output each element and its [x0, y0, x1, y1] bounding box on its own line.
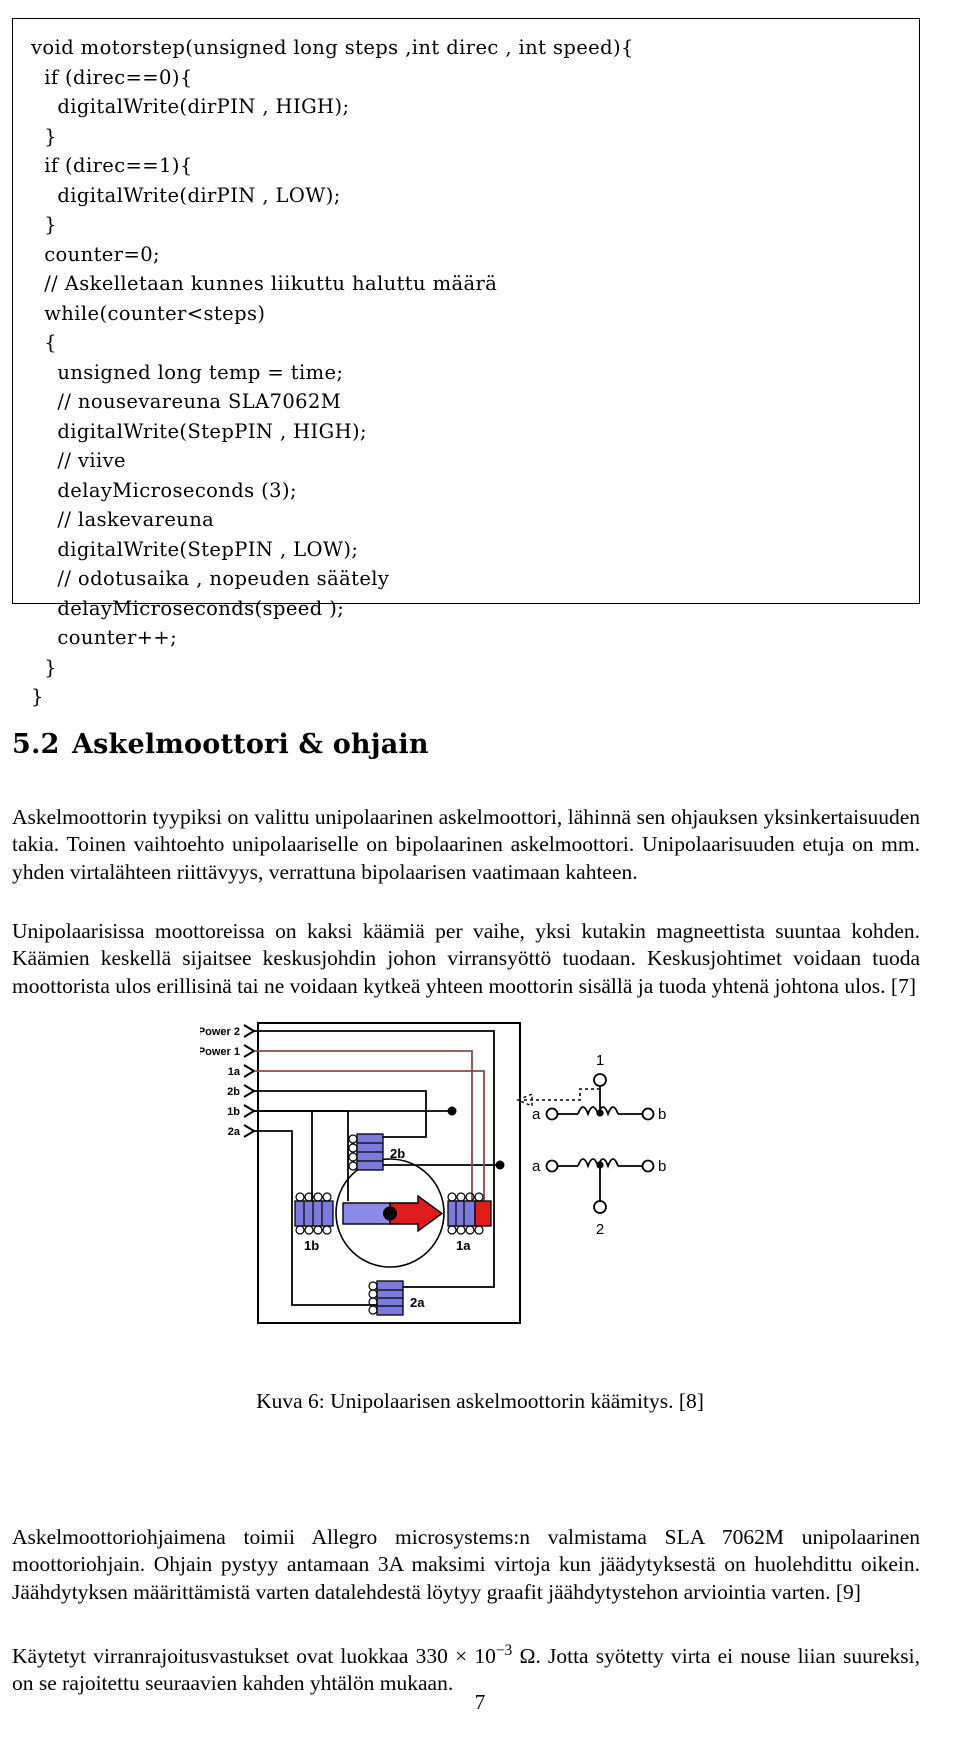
terminal-connectors — [243, 1024, 256, 1138]
coil-2a: 2a — [368, 1280, 425, 1316]
code-listing-box: void motorstep(unsigned long steps ,int … — [12, 18, 920, 708]
schematic-label-a-upper: a — [532, 1106, 541, 1123]
terminal-label-1a: 1a — [228, 1066, 241, 1078]
schematic-terminal-2 — [593, 1200, 607, 1214]
terminal-label-2b: 2b — [227, 1086, 240, 1098]
schematic-label-b-lower: b — [658, 1158, 666, 1175]
terminal-label-1b: 1b — [227, 1106, 240, 1118]
code-line: } — [31, 213, 58, 236]
code-line: } — [31, 655, 58, 679]
terminal-label-group: Power 2 Power 1 1a 2b 1b 2a — [200, 1026, 241, 1138]
coil-label-2a: 2a — [410, 1295, 425, 1310]
figure-unipolar-stepper-winding: Power 2 Power 1 1a 2b 1b 2a 2b 1b 1a 2a … — [0, 1005, 960, 1335]
schematic-terminal-a-upper — [545, 1107, 559, 1121]
schematic-center-tap: 1 a b a b 2 — [516, 1052, 666, 1238]
code-line: if (direc==1){ — [31, 154, 193, 177]
schematic-terminal-1 — [593, 1073, 607, 1087]
junction-dots — [447, 1106, 505, 1170]
document-page: void motorstep(unsigned long steps ,int … — [0, 0, 960, 1745]
code-line: // Askelletaan kunnes liikuttu haluttu m… — [31, 272, 498, 295]
code-line: } — [31, 685, 44, 708]
schematic-label-1: 1 — [596, 1052, 604, 1069]
rotor-magnet-arrow — [342, 1194, 444, 1233]
code-line: void motorstep(unsigned long steps ,int … — [31, 36, 634, 59]
schematic-label-a-lower: a — [532, 1158, 541, 1175]
code-line: if (direc==0){ — [31, 65, 193, 89]
section-number: 5.2 — [12, 729, 60, 761]
code-line: // odotusaika , nopeuden säätely — [31, 567, 390, 590]
schematic-terminal-b-upper — [641, 1107, 655, 1121]
section-heading: 5.2 Askelmoottori & ohjain — [12, 728, 429, 762]
schematic-centertap-dot-upper — [596, 1109, 604, 1117]
page-number: 7 — [474, 1690, 486, 1714]
code-line: unsigned long temp = time; — [31, 360, 344, 384]
p4-text-start: Käytetyt virranrajoitusvastukset ovat lu… — [12, 1643, 496, 1668]
wire-paths-power — [254, 1050, 485, 1201]
diagram-frame — [257, 1022, 521, 1324]
code-line: while(counter<steps) — [31, 301, 266, 325]
schematic-label-2: 2 — [596, 1221, 604, 1238]
code-line: // nousevareuna SLA7062M — [31, 390, 342, 413]
coil-1b: 1b — [294, 1192, 334, 1253]
code-line: delayMicroseconds(speed ); — [31, 596, 345, 620]
paragraph-unipolar-windings: Unipolaarisissa moottoreissa on kaksi kä… — [12, 918, 920, 998]
terminal-label-power1: Power 1 — [200, 1046, 240, 1058]
coil-1a: 1a — [447, 1192, 492, 1253]
code-line: // viive — [31, 449, 126, 472]
code-line: counter=0; — [31, 242, 160, 266]
code-line: digitalWrite(StepPIN , LOW); — [31, 537, 359, 561]
code-line: } — [31, 124, 58, 148]
terminal-label-power2: Power 2 — [200, 1026, 240, 1038]
code-line: digitalWrite(StepPIN , HIGH); — [31, 419, 368, 443]
schematic-terminal-b-lower — [641, 1159, 655, 1173]
section-title: Askelmoottori & ohjain — [72, 729, 429, 761]
code-line: digitalWrite(dirPIN , LOW); — [31, 183, 341, 207]
coil-label-2b: 2b — [390, 1146, 405, 1161]
code-line: { — [31, 331, 58, 354]
figure-caption: Kuva 6: Unipolaarisen askelmoottorin kää… — [256, 1389, 704, 1413]
paragraph-motor-type: Askelmoottorin tyypiksi on valittu unipo… — [12, 804, 920, 884]
code-line: counter++; — [31, 626, 178, 649]
terminal-label-2a: 2a — [228, 1126, 241, 1138]
code-line: // laskevareuna — [31, 508, 215, 531]
schematic-terminal-a-lower — [545, 1159, 559, 1173]
coil-label-1a: 1a — [456, 1238, 471, 1253]
code-line: delayMicroseconds (3); — [31, 478, 297, 502]
paragraph-driver-ic: Askelmoottoriohjaimena toimii Allegro mi… — [12, 1524, 920, 1604]
paragraph-current-limit: Käytetyt virranrajoitusvastukset ovat lu… — [12, 1637, 920, 1698]
code-line: digitalWrite(dirPIN , HIGH); — [31, 95, 350, 118]
p4-exponent: −3 — [495, 1641, 513, 1659]
schematic-label-b-upper: b — [658, 1106, 666, 1123]
coil-label-1b: 1b — [304, 1238, 319, 1253]
figure-svg: Power 2 Power 1 1a 2b 1b 2a 2b 1b 1a 2a … — [200, 1022, 666, 1324]
